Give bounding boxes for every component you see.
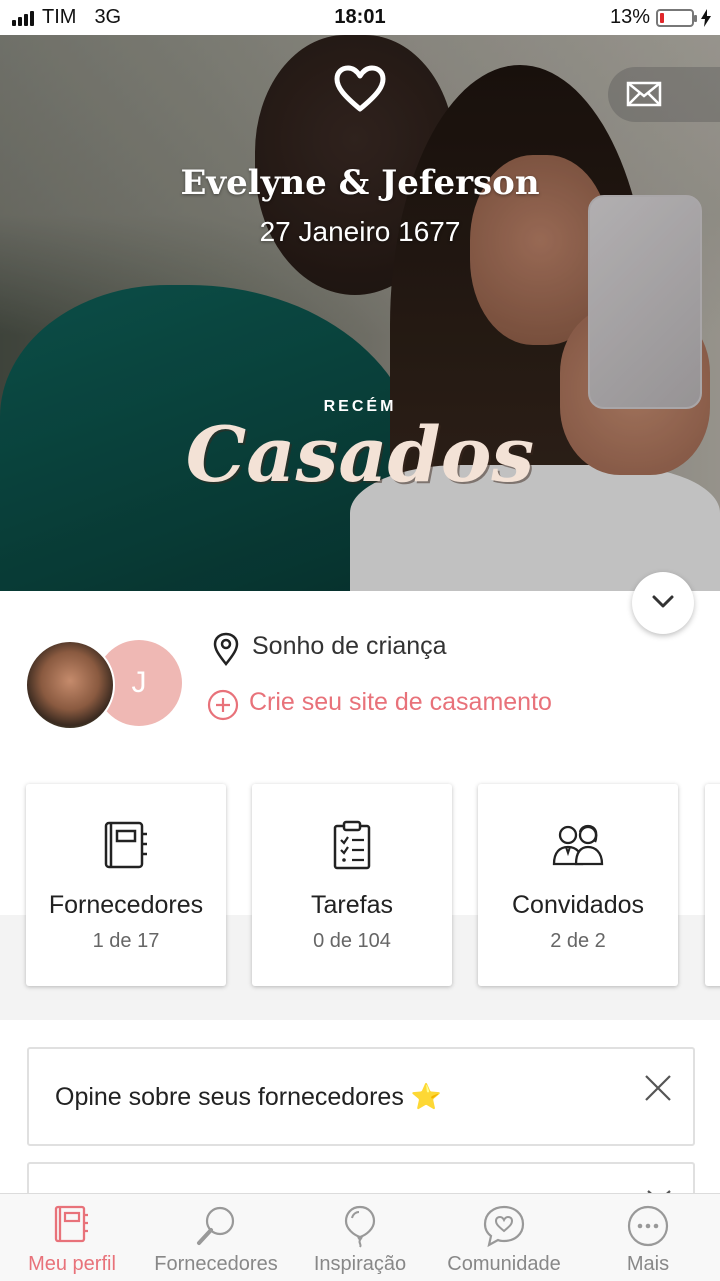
nav-inspiracao[interactable]: Inspiração <box>288 1194 432 1281</box>
card-next-partial[interactable] <box>705 784 720 986</box>
battery-icon <box>656 8 697 27</box>
mail-icon <box>626 81 662 107</box>
review-prompt-text: Opine sobre seus fornecedores ⭐ <box>55 1083 442 1111</box>
expand-button[interactable] <box>632 572 694 634</box>
card-title: Convidados <box>511 891 645 919</box>
location-text[interactable]: Sonho de criança <box>252 632 447 661</box>
couple-names: Evelyne & Jeferson <box>180 163 540 203</box>
battery-level <box>660 12 664 23</box>
checklist-icon <box>333 820 371 870</box>
nav-fornecedores[interactable]: Fornecedores <box>144 1194 288 1281</box>
notebook-icon <box>54 1205 88 1243</box>
heart-icon[interactable] <box>333 65 387 113</box>
nav-label: Comunidade <box>447 1253 561 1275</box>
close-icon[interactable] <box>643 1073 673 1103</box>
nav-meu-perfil[interactable]: Meu perfil <box>0 1194 144 1281</box>
status-right: 13% <box>610 6 712 29</box>
location-pin-icon <box>213 632 239 666</box>
bottom-navigation: Meu perfil Fornecedores Inspiração Comun… <box>0 1193 720 1281</box>
wedding-date: 27 Janeiro 1677 <box>259 216 461 247</box>
nav-label: Meu perfil <box>28 1253 116 1275</box>
search-icon <box>197 1206 235 1245</box>
card-tarefas[interactable]: Tarefas 0 de 104 <box>252 784 452 986</box>
review-prompt-card[interactable]: Opine sobre seus fornecedores ⭐ <box>27 1047 695 1146</box>
card-title: Tarefas <box>311 891 393 919</box>
guests-icon <box>552 824 604 866</box>
status-bar: TIM 3G 18:01 13% <box>0 0 720 35</box>
messages-button[interactable] <box>608 67 720 122</box>
avatar[interactable] <box>25 640 115 730</box>
balloon-icon <box>344 1205 376 1248</box>
card-fornecedores[interactable]: Fornecedores 1 de 17 <box>26 784 226 986</box>
more-icon <box>627 1205 669 1247</box>
cover-photo[interactable] <box>0 35 720 591</box>
chevron-down-icon <box>652 595 674 608</box>
badge-main-text: Casados <box>185 410 535 499</box>
nav-label: Fornecedores <box>154 1253 278 1275</box>
nav-mais[interactable]: Mais <box>576 1194 720 1281</box>
create-wedding-site-link[interactable]: Crie seu site de casamento <box>249 688 552 717</box>
nav-label: Mais <box>626 1253 670 1275</box>
plus-circle-icon[interactable] <box>207 689 239 721</box>
notebook-icon <box>104 821 147 869</box>
charging-icon <box>701 8 711 27</box>
card-count: 0 de 104 <box>313 930 391 952</box>
nav-label: Inspiração <box>313 1253 407 1275</box>
card-title: Fornecedores <box>48 891 204 919</box>
card-count: 1 de 17 <box>92 930 160 952</box>
battery-percent: 13% <box>609 6 650 28</box>
chat-heart-icon <box>483 1205 525 1248</box>
card-count: 2 de 2 <box>550 930 606 952</box>
card-convidados[interactable]: Convidados 2 de 2 <box>478 784 678 986</box>
nav-comunidade[interactable]: Comunidade <box>432 1194 576 1281</box>
